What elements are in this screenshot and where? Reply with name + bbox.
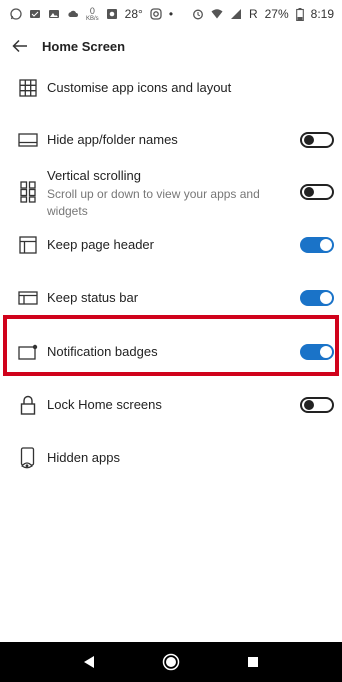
page-title: Home Screen	[42, 38, 126, 54]
gallery-icon	[49, 10, 59, 18]
setting-lock-home-screens[interactable]: Lock Home screens	[0, 391, 342, 419]
badge-icon	[18, 342, 38, 362]
toggle-knob	[304, 400, 314, 410]
lock-home-screens-toggle[interactable]	[300, 397, 334, 413]
battery-icon	[295, 7, 304, 21]
recents-icon[interactable]	[247, 656, 259, 668]
keep-status-bar-toggle[interactable]	[300, 290, 334, 306]
setting-hide-names[interactable]: Hide app/folder names	[0, 126, 342, 154]
toggle-knob	[320, 346, 332, 358]
setting-label: Hidden apps	[47, 450, 120, 465]
grid-icon	[18, 78, 38, 98]
setting-label: Hide app/folder names	[47, 132, 178, 147]
roaming-indicator: R	[248, 7, 258, 21]
more-dots: •	[168, 7, 175, 21]
battery-percent: 27%	[264, 7, 289, 21]
vertical-scrolling-toggle[interactable]	[300, 184, 334, 200]
page-header-icon	[18, 235, 38, 255]
status-bar-icon	[18, 288, 38, 308]
clock: 8:19	[310, 7, 334, 21]
setting-keep-page-header[interactable]: Keep page header	[0, 231, 342, 259]
home-icon[interactable]	[162, 653, 180, 671]
setting-label: Keep page header	[47, 237, 154, 252]
signal-icon	[230, 9, 241, 19]
hide-names-toggle[interactable]	[300, 132, 334, 148]
setting-label: Keep status bar	[47, 290, 139, 305]
navigation-bar	[0, 642, 342, 682]
toggle-knob	[304, 187, 314, 197]
photos-icon	[106, 9, 117, 19]
lock-icon	[18, 395, 38, 415]
setting-notification-badges[interactable]: Notification badges	[0, 338, 342, 366]
net-speed: 0 KB/s	[86, 5, 99, 22]
whatsapp-icon	[10, 8, 22, 20]
toggle-knob	[320, 239, 332, 251]
toggle-knob	[304, 135, 314, 145]
app-bar: Home Screen	[0, 28, 342, 64]
alarm-icon	[192, 9, 203, 20]
arrow-left-icon[interactable]	[12, 37, 30, 55]
setting-customise-icons[interactable]: Customise app icons and layout	[0, 74, 342, 102]
message-icon	[30, 10, 40, 18]
keep-page-header-toggle[interactable]	[300, 237, 334, 253]
status-bar-right: R 27% 8:19	[192, 7, 334, 21]
wifi-icon	[211, 9, 223, 19]
temperature: 28°	[124, 7, 143, 21]
setting-label: Vertical scrolling	[47, 168, 141, 183]
rectangle-icon	[18, 130, 38, 150]
hidden-apps-icon	[18, 447, 38, 469]
vertical-scroll-icon	[18, 181, 38, 203]
setting-sublabel: Scroll up or down to view your apps and …	[47, 187, 260, 218]
setting-label: Customise app icons and layout	[47, 80, 232, 95]
net-speed-unit: KB/s	[86, 15, 99, 22]
setting-label: Lock Home screens	[47, 397, 162, 412]
toggle-knob	[320, 292, 332, 304]
setting-keep-status-bar[interactable]: Keep status bar	[0, 284, 342, 312]
status-bar: 0 KB/s 28° • R 27% 8:19	[0, 0, 342, 28]
setting-vertical-scrolling[interactable]: Vertical scrolling Scroll up or down to …	[0, 166, 342, 222]
back-icon[interactable]	[83, 655, 95, 669]
setting-label: Notification badges	[47, 344, 158, 359]
cloud-icon	[68, 10, 78, 17]
notification-badges-toggle[interactable]	[300, 344, 334, 360]
instagram-icon	[150, 8, 162, 20]
net-speed-value: 0	[89, 5, 95, 16]
status-bar-left: 0 KB/s 28° •	[10, 5, 175, 22]
setting-hidden-apps[interactable]: Hidden apps	[0, 444, 342, 472]
